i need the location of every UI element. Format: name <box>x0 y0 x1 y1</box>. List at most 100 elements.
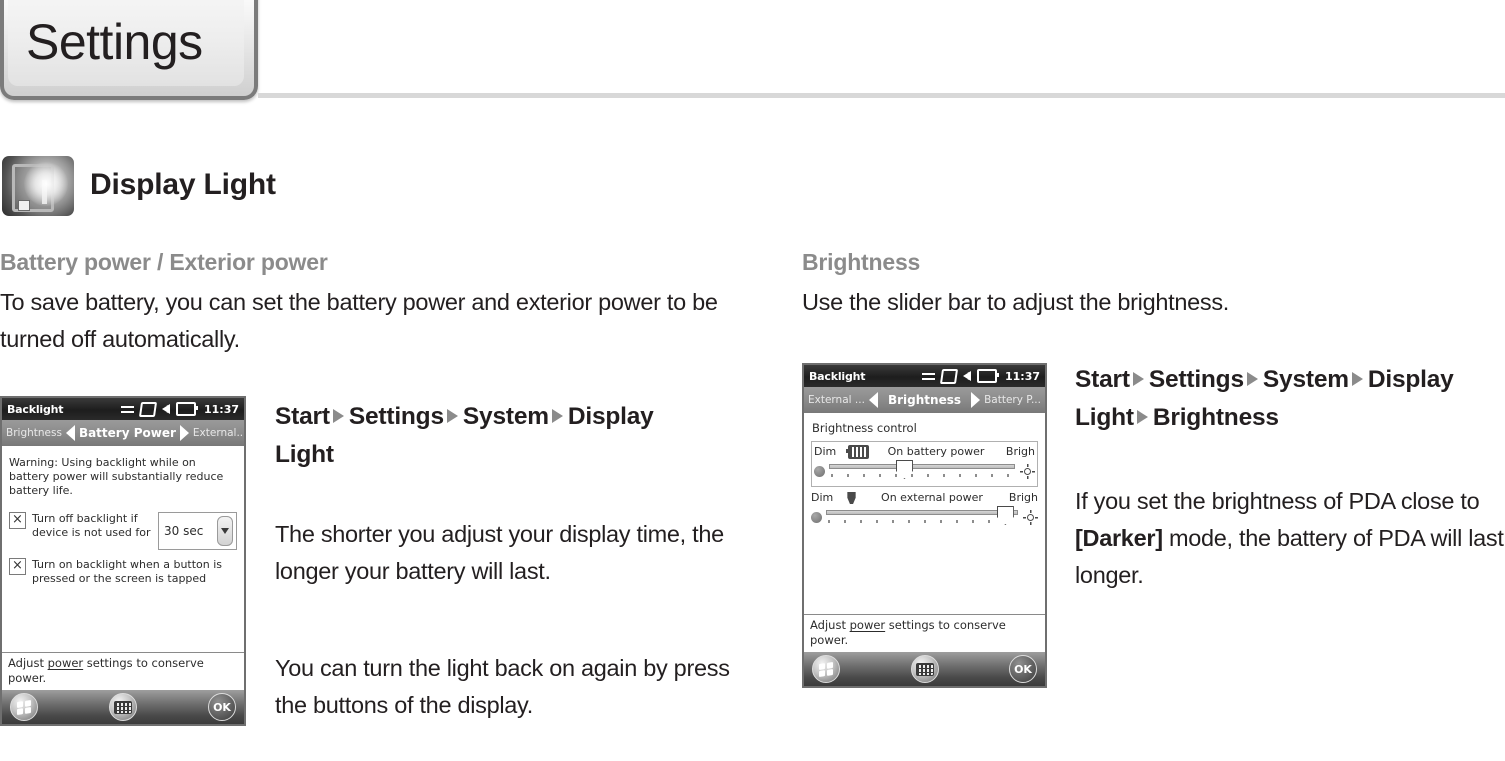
ok-button[interactable]: OK <box>1009 655 1037 683</box>
pda-left-body-spacer <box>9 594 237 644</box>
brightness-subheading: Brightness <box>802 249 921 275</box>
pda-left-titlebar: Backlight 11:37 <box>2 398 244 420</box>
pda-right-tab-next[interactable]: Battery P... <box>984 394 1041 406</box>
external-slider-bright-label: Brigh <box>1008 491 1038 504</box>
pda-left-tab-current: Battery Power <box>78 426 176 440</box>
battery-brightness-slider-group: Dim On battery power Brigh <box>811 441 1038 487</box>
turn-off-backlight-label: Turn off backlight if device is not used… <box>32 512 151 539</box>
connectivity-icon <box>120 404 134 415</box>
display-light-icon <box>2 156 74 216</box>
battery-icon <box>976 369 999 383</box>
brightness-sun-icon <box>1020 463 1035 479</box>
external-slider-label: On external power <box>881 491 983 504</box>
pda-left-body: Warning: Using backlight while on batter… <box>2 446 244 644</box>
pda-left-taskbar: OK <box>2 690 244 724</box>
external-slider-dim-label: Dim <box>811 491 834 504</box>
battery-slider-ticks <box>831 474 1013 477</box>
start-button[interactable] <box>812 655 840 683</box>
darker-paragraph-part1: If you set the brightness of PDA close t… <box>1075 488 1480 514</box>
battery-slider-header: Dim On battery power Brigh <box>814 445 1035 459</box>
pda-left-clock: 11:37 <box>203 402 239 416</box>
plug-icon <box>847 491 856 504</box>
darker-mode-paragraph: If you set the brightness of PDA close t… <box>1075 483 1505 594</box>
chevron-right-icon <box>1246 372 1258 386</box>
pda-left-status-icons: 11:37 <box>120 401 239 417</box>
dim-dot-icon <box>811 511 822 523</box>
chevron-right-icon[interactable] <box>971 392 981 408</box>
external-slider-header: Dim On external power Brigh <box>811 491 1038 505</box>
header-divider-rule <box>258 93 1505 98</box>
hint-prefix: Adjust <box>8 656 48 670</box>
volume-icon <box>962 371 971 381</box>
nav-crumb-system: System <box>1262 366 1349 393</box>
nav-crumb-settings: Settings <box>348 403 444 430</box>
battery-slider-row <box>814 460 1035 482</box>
section-title: Display Light <box>90 168 276 201</box>
battery-slider-bright-label: Brigh <box>1005 445 1035 458</box>
power-settings-link[interactable]: power <box>850 618 886 632</box>
ok-button[interactable]: OK <box>208 693 236 721</box>
keyboard-button[interactable] <box>109 693 137 721</box>
turn-on-backlight-checkbox[interactable]: × <box>9 558 26 575</box>
darker-mode-emphasis: [Darker] <box>1075 525 1163 551</box>
nav-crumb-settings: Settings <box>1148 366 1244 393</box>
backlight-timeout-dropdown[interactable]: 30 sec <box>158 512 237 550</box>
nav-crumb-brightness: Brightness <box>1152 404 1279 431</box>
brightness-paragraph: Use the slider bar to adjust the brightn… <box>802 289 1230 315</box>
chevron-left-icon[interactable] <box>65 425 75 441</box>
external-slider-ticks <box>828 520 1016 523</box>
external-slider-row <box>811 506 1038 528</box>
battery-slider-dim-label: Dim <box>814 445 837 458</box>
connectivity-icon <box>921 371 935 382</box>
battery-power-paragraph: To save battery, you can set the battery… <box>0 289 718 352</box>
chevron-left-icon[interactable] <box>868 392 878 408</box>
external-slider-track[interactable] <box>826 510 1018 515</box>
windows-logo-icon <box>819 661 833 677</box>
start-button[interactable] <box>10 693 38 721</box>
pda-left-tab-next[interactable]: External... <box>193 427 244 439</box>
battery-slider-label: On battery power <box>887 445 985 458</box>
screen-icon <box>939 368 959 384</box>
battery-slider-track[interactable] <box>829 464 1015 469</box>
pda-right-titlebar: Backlight 11:37 <box>804 365 1045 387</box>
keyboard-icon <box>114 700 132 714</box>
pda-right-body-spacer <box>811 532 1038 582</box>
brightness-sun-icon <box>1023 509 1038 525</box>
chevron-right-icon <box>1136 410 1148 424</box>
page-title: Settings <box>26 14 203 70</box>
volume-icon <box>161 404 170 414</box>
pda-right-status-icons: 11:37 <box>921 368 1040 384</box>
chevron-right-icon <box>1132 372 1144 386</box>
turn-on-backlight-row: × Turn on backlight when a button is pre… <box>9 558 237 586</box>
middle-paragraph-2: You can turn the light back on again by … <box>275 655 730 718</box>
pda-screenshot-brightness: Backlight 11:37 External ... Brightness … <box>802 363 1047 688</box>
windows-logo-icon <box>17 699 31 715</box>
nav-crumb-start: Start <box>1075 366 1130 393</box>
middle-paragraph-1: The shorter you adjust your display time… <box>275 521 724 584</box>
chevron-right-icon <box>1351 372 1363 386</box>
screen-icon <box>138 401 158 417</box>
pda-right-hint-bar: Adjust power settings to conserve power. <box>804 614 1045 652</box>
battery-slider-track-wrap[interactable] <box>829 460 1015 482</box>
lamp-glow-shape <box>24 162 68 206</box>
pda-left-tabbar: Brightness Battery Power External... <box>2 420 244 446</box>
chevron-right-icon <box>332 409 344 423</box>
pda-left-tab-prev[interactable]: Brightness <box>6 427 62 439</box>
turn-off-backlight-checkbox[interactable]: × <box>9 512 26 529</box>
external-brightness-slider-group: Dim On external power Brigh <box>811 491 1038 528</box>
power-settings-link[interactable]: power <box>48 656 84 670</box>
chevron-right-icon[interactable] <box>179 425 189 441</box>
dropdown-button[interactable] <box>217 516 233 546</box>
chevron-down-icon <box>221 528 229 534</box>
battery-power-subheading: Battery power / Exterior power <box>0 249 328 275</box>
keyboard-button[interactable] <box>910 655 939 683</box>
pda-right-tab-current: Brightness <box>887 393 961 407</box>
chevron-right-icon <box>551 409 563 423</box>
lamp-base-shape <box>18 200 30 211</box>
pda-right-body: Brightness control Dim On battery power … <box>804 413 1045 582</box>
pda-left-hint-bar: Adjust power settings to conserve power. <box>2 652 244 690</box>
pda-right-tab-prev[interactable]: External ... <box>808 394 865 406</box>
keyboard-icon <box>915 662 934 676</box>
external-slider-track-wrap[interactable] <box>826 506 1018 528</box>
pda-right-taskbar: OK <box>804 652 1045 686</box>
